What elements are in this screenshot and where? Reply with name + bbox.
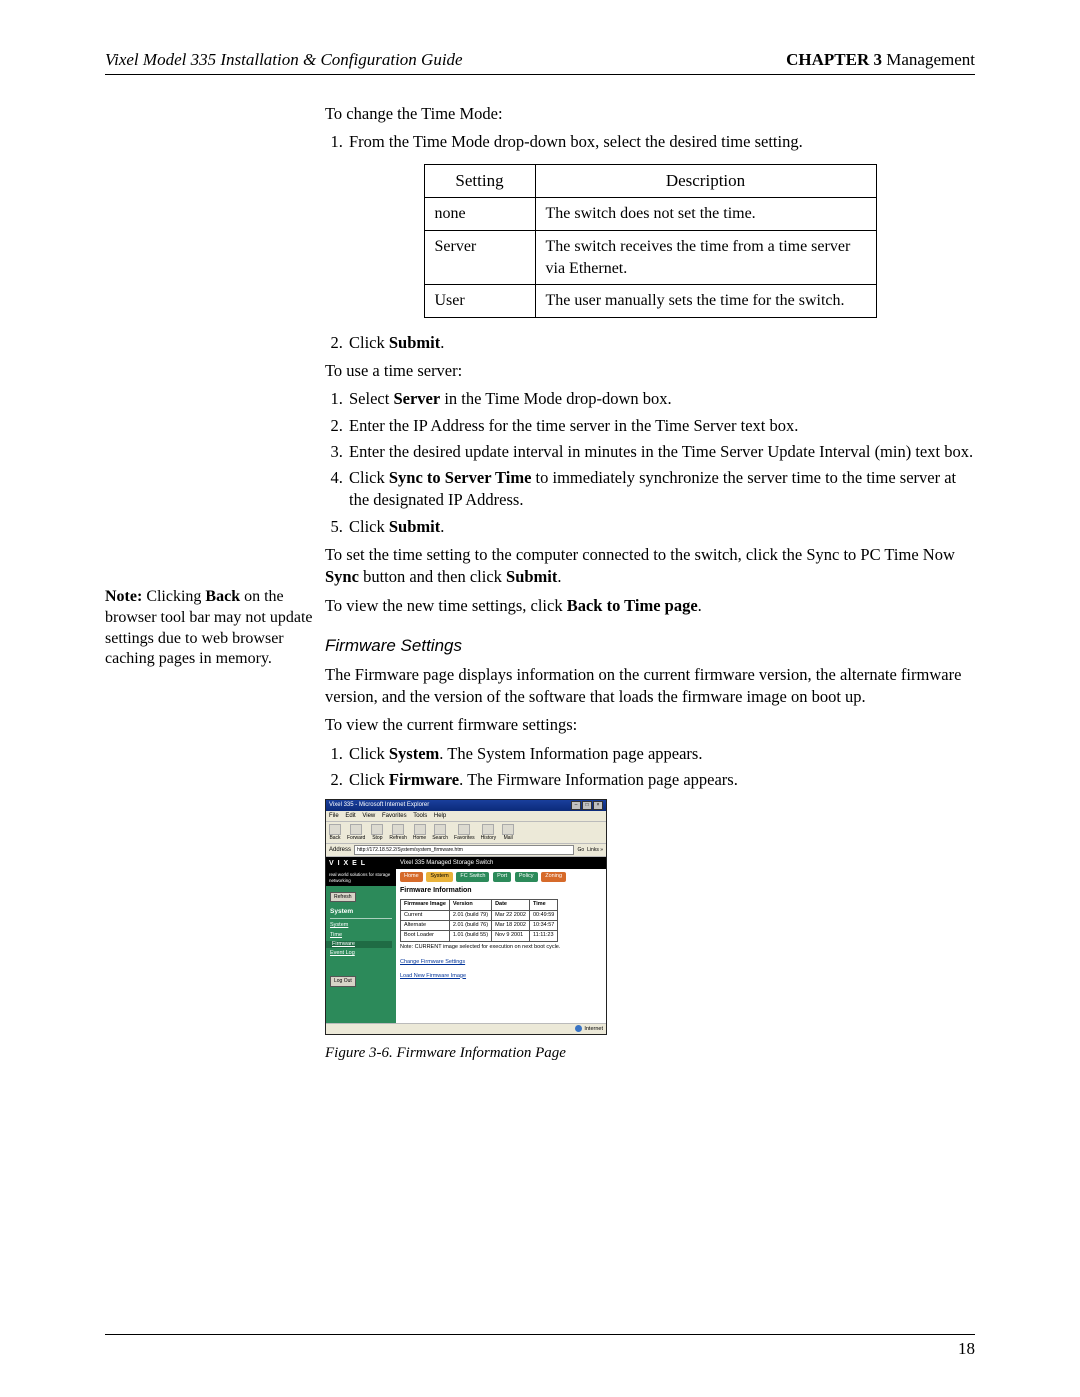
tagline: real world solutions for storage network… xyxy=(326,871,396,886)
window-titlebar: Vixel 335 - Microsoft Internet Explorer … xyxy=(326,800,606,811)
page-header: Vixel Model 335 Installation & Configura… xyxy=(105,50,975,75)
chapter-label: CHAPTER 3 xyxy=(786,50,882,69)
table-row: UserThe user manually sets the time for … xyxy=(424,285,876,318)
firmware-table: Firmware Image Version Date Time Current… xyxy=(400,899,558,942)
home-button: Home xyxy=(413,824,426,841)
sidebar-link-system: System xyxy=(330,922,392,929)
tab-policy: Policy xyxy=(515,872,538,881)
table-row: noneThe switch does not set the time. xyxy=(424,198,876,231)
margin-note: Note: Clicking Back on the browser tool … xyxy=(105,587,315,670)
status-bar: Internet xyxy=(326,1023,606,1034)
settings-table: Setting Description noneThe switch does … xyxy=(424,164,877,318)
section-name: Management xyxy=(886,50,975,69)
refresh-button: Refresh xyxy=(389,824,407,841)
forward-button: Forward xyxy=(347,824,365,841)
change-fw-link: Change Firmware Settings xyxy=(400,959,602,966)
server-step-4: Click Sync to Server Time to immediately… xyxy=(347,467,975,512)
firmware-para: The Firmware page displays information o… xyxy=(325,664,975,709)
load-fw-link: Load New Firmware Image xyxy=(400,973,602,980)
sidebar-link-firmware: Firmware xyxy=(326,941,392,948)
status-zone: Internet xyxy=(575,1025,603,1033)
go-button: Go xyxy=(577,847,584,854)
sidebar-link-time: Time xyxy=(330,932,392,939)
tab-system: System xyxy=(426,872,452,881)
window-title: Vixel 335 - Microsoft Internet Explorer xyxy=(329,801,429,810)
sidebar: V I X E L real world solutions for stora… xyxy=(326,857,396,1023)
sidebar-link-eventlog: Event Log xyxy=(330,950,392,957)
maximize-icon: □ xyxy=(582,801,592,810)
fw-step-2: Click Firmware. The Firmware Information… xyxy=(347,769,975,791)
favorites-icon xyxy=(458,824,470,835)
server-step-5: Click Submit. xyxy=(347,516,975,538)
th-setting: Setting xyxy=(424,164,535,198)
address-input xyxy=(354,845,574,855)
favorites-button: Favorites xyxy=(454,824,475,841)
th-description: Description xyxy=(535,164,876,198)
home-icon xyxy=(414,824,426,835)
table-row: Alternate2.01 (build 76)Mar 18 200210:34… xyxy=(401,920,558,930)
page-number: 18 xyxy=(958,1339,975,1358)
address-bar: Address Go Links » xyxy=(326,844,606,857)
logout-button: Log Out xyxy=(330,976,356,987)
firmware-view-intro: To view the current firmware settings: xyxy=(325,714,975,736)
page-footer: 18 xyxy=(105,1334,975,1359)
address-label: Address xyxy=(329,846,351,854)
fw-note: Note: CURRENT image selected for executi… xyxy=(400,944,602,951)
use-server-intro: To use a time server: xyxy=(325,360,975,382)
fw-step-1: Click System. The System Information pag… xyxy=(347,743,975,765)
search-icon xyxy=(434,824,446,835)
forward-icon xyxy=(350,824,362,835)
product-bar: Vixel 335 Managed Storage Switch xyxy=(396,857,606,869)
tab-home: Home xyxy=(400,872,423,881)
timemode-step-1: From the Time Mode drop-down box, select… xyxy=(347,131,975,153)
server-step-3: Enter the desired update interval in min… xyxy=(347,441,975,463)
search-button: Search xyxy=(432,824,448,841)
nav-tabs: Home System FC Switch Port Policy Zoning xyxy=(400,872,602,881)
view-time-text: To view the new time settings, click Bac… xyxy=(325,595,975,617)
firmware-heading: Firmware Settings xyxy=(325,635,975,658)
stop-button: Stop xyxy=(371,824,383,841)
minimize-icon: – xyxy=(571,801,581,810)
pc-sync-text: To set the time setting to the computer … xyxy=(325,544,975,589)
stop-icon xyxy=(371,824,383,835)
links-label: Links » xyxy=(587,847,603,854)
window-buttons: –□× xyxy=(570,801,603,810)
table-row: Current2.01 (build 79)Mar 22 200200:49:5… xyxy=(401,910,558,920)
tab-fcswitch: FC Switch xyxy=(456,872,489,881)
refresh-icon xyxy=(392,824,404,835)
tab-port: Port xyxy=(493,872,511,881)
table-row: Boot Loader1.01 (build 55)Nov 9 200111:1… xyxy=(401,931,558,941)
history-icon xyxy=(482,824,494,835)
mail-button: Mail xyxy=(502,824,514,841)
server-step-2: Enter the IP Address for the time server… xyxy=(347,415,975,437)
tab-zoning: Zoning xyxy=(541,872,566,881)
intro-text: To change the Time Mode: xyxy=(325,103,975,125)
server-step-1: Select Server in the Time Mode drop-down… xyxy=(347,388,975,410)
timemode-step-2: Click Submit. xyxy=(347,332,975,354)
back-icon xyxy=(329,824,341,835)
history-button: History xyxy=(481,824,497,841)
refresh-sidebar-button: Refresh xyxy=(330,892,356,903)
figure-caption: Figure 3-6. Firmware Information Page xyxy=(325,1043,975,1063)
vixel-logo: V I X E L xyxy=(326,857,396,870)
firmware-info-title: Firmware Information xyxy=(400,886,602,895)
table-row: ServerThe switch receives the time from … xyxy=(424,231,876,285)
header-title: Vixel Model 335 Installation & Configura… xyxy=(105,50,463,70)
header-chapter: CHAPTER 3 Management xyxy=(786,50,975,70)
browser-toolbar: Back Forward Stop Refresh Home Search Fa… xyxy=(326,822,606,844)
back-button: Back xyxy=(329,824,341,841)
close-icon: × xyxy=(593,801,603,810)
firmware-screenshot: Vixel 335 - Microsoft Internet Explorer … xyxy=(325,799,607,1035)
note-prefix: Note: xyxy=(105,588,142,605)
browser-menu: File Edit View Favorites Tools Help xyxy=(326,811,606,822)
mail-icon xyxy=(502,824,514,835)
sidebar-header: System xyxy=(330,908,392,919)
